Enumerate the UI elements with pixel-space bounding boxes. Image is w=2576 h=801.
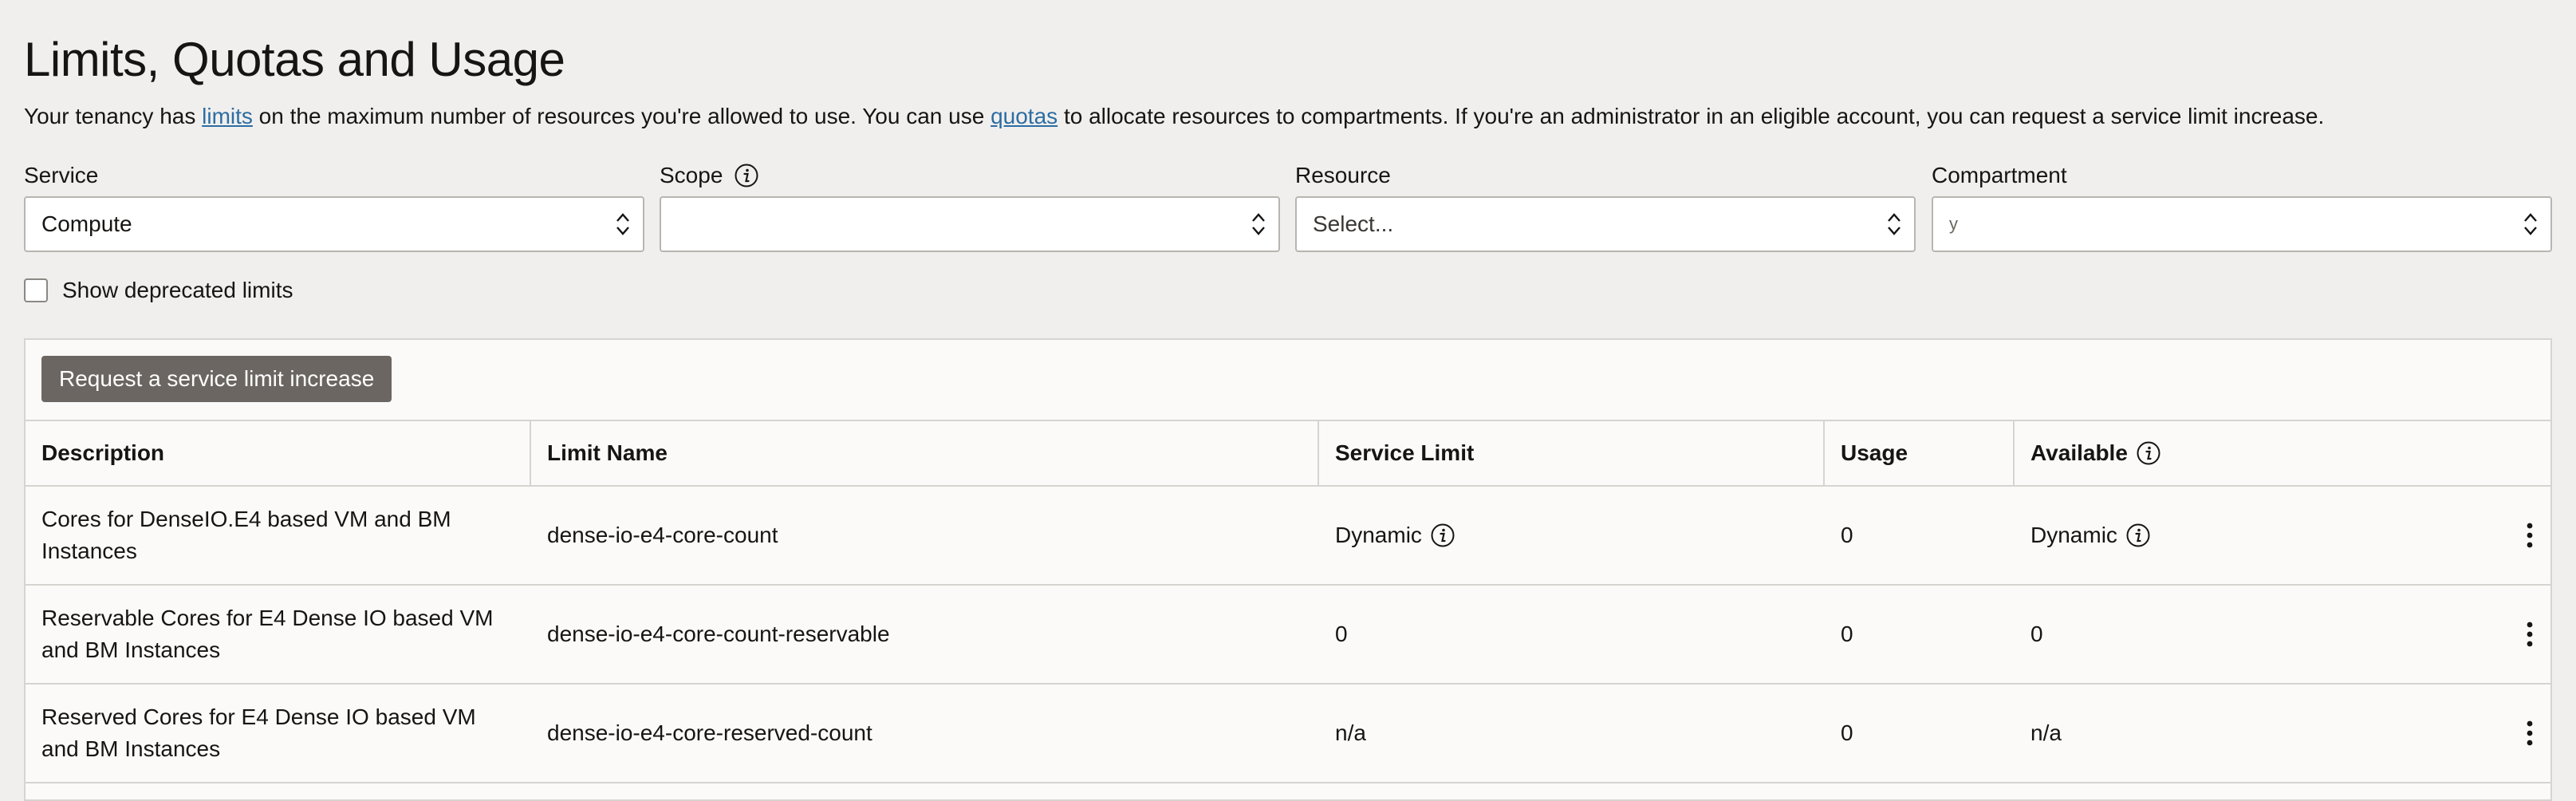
service-select[interactable]: Compute	[24, 196, 644, 252]
header-available[interactable]: Available	[2015, 421, 2550, 485]
cell-description-text: Reservable Cores for E4 Dense IO based V…	[41, 606, 494, 662]
more-vertical-icon	[2527, 720, 2533, 746]
table-row: Reservable Cores for E4 Dense IO based V…	[26, 586, 2550, 685]
compartment-filter: Compartment y	[1932, 161, 2552, 252]
description-text-3: to allocate resources to compartments. I…	[1058, 104, 2325, 128]
cell-limit-name: dense-io-e4-core-reserved-count	[531, 685, 1319, 782]
service-select-value: Compute	[41, 211, 132, 236]
cell-service-limit-text: 0	[1335, 621, 1348, 646]
cell-usage: 0	[1825, 685, 2015, 782]
resource-label-text: Resource	[1295, 163, 1391, 187]
cell-usage-text: 0	[1841, 621, 1853, 646]
cell-limit-name-text: dense-io-e4-core-count-reservable	[547, 621, 890, 646]
info-icon[interactable]	[2136, 440, 2161, 466]
cell-available: 0	[2015, 586, 2550, 683]
cell-service-limit: n/a	[1319, 685, 1825, 782]
header-limit-name-text: Limit Name	[547, 440, 668, 465]
compartment-select[interactable]: y	[1932, 196, 2552, 252]
show-deprecated-checkbox[interactable]	[24, 278, 48, 302]
cell-available-text: n/a	[2030, 720, 2062, 745]
service-label-text: Service	[24, 163, 99, 187]
header-usage[interactable]: Usage	[1825, 421, 2015, 485]
cell-usage-text: 0	[1841, 720, 1853, 745]
service-filter: Service Compute	[24, 161, 644, 252]
cell-available: Dynamic	[2015, 487, 2550, 584]
cell-available-text: 0	[2030, 621, 2043, 646]
row-actions-menu[interactable]	[2520, 717, 2539, 749]
cell-service-limit: Dynamic	[1319, 487, 1825, 584]
resource-select[interactable]: Select...	[1295, 196, 1916, 252]
show-deprecated-label: Show deprecated limits	[62, 278, 293, 302]
header-description-text: Description	[41, 440, 165, 465]
header-service-limit[interactable]: Service Limit	[1319, 421, 1825, 485]
header-service-limit-text: Service Limit	[1335, 440, 1475, 465]
scope-label: Scope	[660, 161, 1280, 190]
cell-limit-name: dense-io-e4-core-count	[531, 487, 1319, 584]
table-row: Reserved Cores for E4 Dense IO based VM …	[26, 685, 2550, 783]
page-description: Your tenancy has limits on the maximum n…	[24, 104, 2324, 129]
resource-label: Resource	[1295, 161, 1916, 190]
table-row: Cores for DenseIO.E4 based VM and BM Ins…	[26, 487, 2550, 586]
scope-label-text: Scope	[660, 163, 723, 187]
header-available-text: Available	[2030, 440, 2128, 465]
scope-filter: Scope	[660, 161, 1280, 252]
cell-limit-name: dense-io-e4-core-count-reservable	[531, 586, 1319, 683]
compartment-select-value: y	[1949, 214, 1958, 234]
service-label: Service	[24, 161, 644, 190]
more-vertical-icon	[2527, 621, 2533, 647]
row-actions-menu[interactable]	[2520, 618, 2539, 650]
cell-description: Reservable Cores for E4 Dense IO based V…	[26, 586, 531, 683]
cell-service-limit: 0	[1319, 586, 1825, 683]
request-limit-increase-button[interactable]: Request a service limit increase	[41, 356, 392, 402]
select-arrows-icon	[616, 213, 629, 235]
compartment-label: Compartment	[1932, 161, 2552, 190]
header-limit-name[interactable]: Limit Name	[531, 421, 1319, 485]
table-header: Description Limit Name Service Limit Usa…	[26, 421, 2550, 487]
select-arrows-icon	[1252, 213, 1265, 235]
info-icon[interactable]	[1430, 523, 1455, 548]
cell-service-limit-text: n/a	[1335, 720, 1366, 745]
page-title: Limits, Quotas and Usage	[24, 33, 565, 86]
description-text-2: on the maximum number of resources you'r…	[252, 104, 991, 128]
info-icon[interactable]	[734, 163, 759, 188]
cell-description-text: Cores for DenseIO.E4 based VM and BM Ins…	[41, 507, 451, 563]
limits-link[interactable]: limits	[202, 104, 253, 128]
info-icon[interactable]	[2125, 523, 2151, 548]
cell-description: Reserved Cores for E4 Dense IO based VM …	[26, 685, 531, 782]
select-arrows-icon	[2524, 213, 2537, 235]
cell-usage: 0	[1825, 487, 2015, 584]
quotas-link[interactable]: quotas	[991, 104, 1058, 128]
cell-available: n/a	[2015, 685, 2550, 782]
resource-filter: Resource Select...	[1295, 161, 1916, 252]
cell-limit-name-text: dense-io-e4-core-count	[547, 523, 778, 547]
header-description[interactable]: Description	[26, 421, 531, 485]
cell-service-limit-text: Dynamic	[1335, 523, 1422, 547]
description-text-1: Your tenancy has	[24, 104, 203, 128]
compartment-label-text: Compartment	[1932, 163, 2067, 187]
filter-bar: Service Compute Scope Resource Select...	[24, 161, 2552, 257]
header-usage-text: Usage	[1841, 440, 1908, 465]
more-vertical-icon	[2527, 523, 2533, 548]
cell-description: Cores for DenseIO.E4 based VM and BM Ins…	[26, 487, 531, 584]
row-actions-menu[interactable]	[2520, 519, 2539, 551]
resource-select-value: Select...	[1313, 211, 1394, 236]
scope-select[interactable]	[660, 196, 1280, 252]
limits-table: Description Limit Name Service Limit Usa…	[26, 420, 2550, 783]
cell-available-text: Dynamic	[2030, 523, 2117, 547]
cell-usage-text: 0	[1841, 523, 1853, 547]
cell-description-text: Reserved Cores for E4 Dense IO based VM …	[41, 704, 476, 761]
cell-limit-name-text: dense-io-e4-core-reserved-count	[547, 720, 872, 745]
cell-usage: 0	[1825, 586, 2015, 683]
show-deprecated-row: Show deprecated limits	[24, 278, 293, 303]
limits-card: Request a service limit increase Descrip…	[24, 338, 2552, 801]
select-arrows-icon	[1888, 213, 1900, 235]
